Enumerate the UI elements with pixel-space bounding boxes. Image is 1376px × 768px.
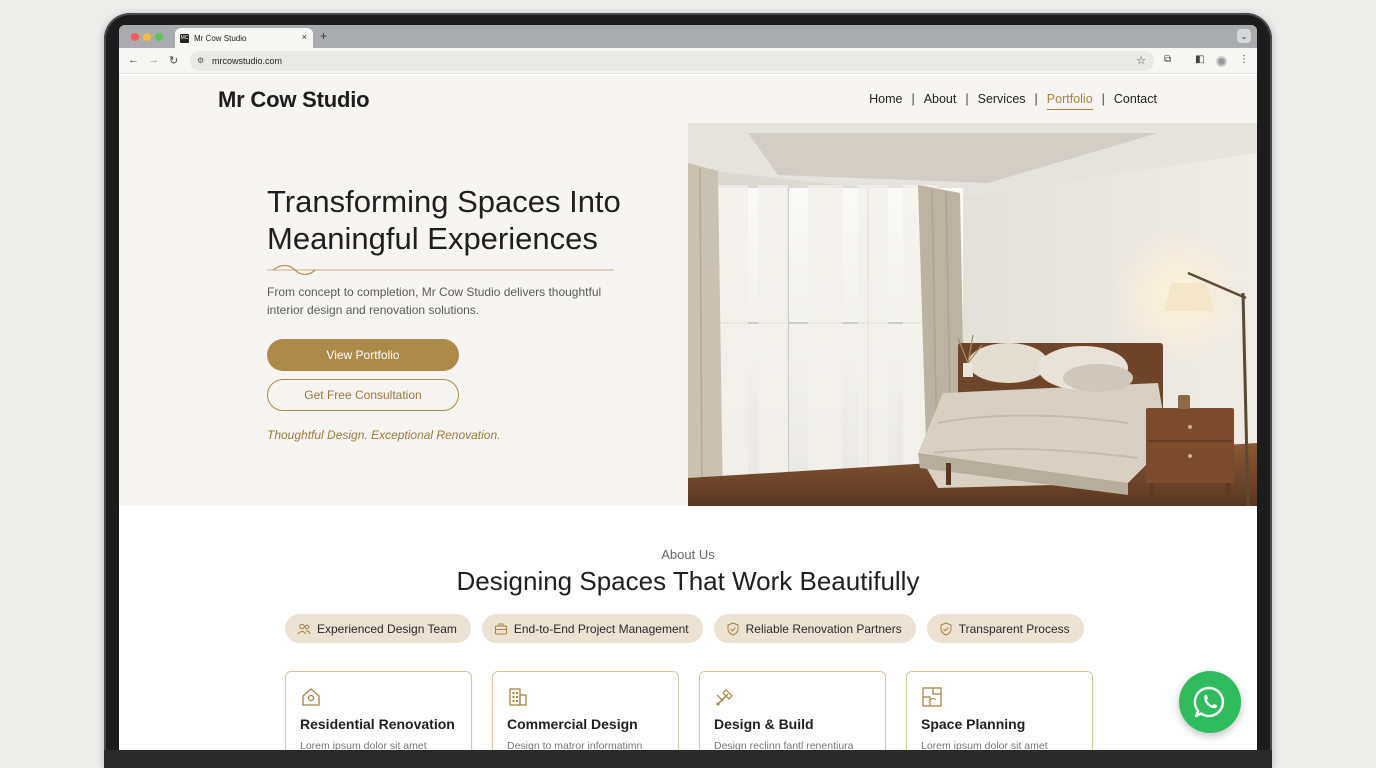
site-info-icon[interactable]: ⚙ bbox=[197, 56, 204, 65]
extensions-icon[interactable]: ⧉ bbox=[1164, 54, 1171, 65]
address-bar[interactable]: ⚙ mrcowstudio.com ☆ bbox=[190, 51, 1154, 71]
briefcase-icon bbox=[494, 623, 507, 634]
nav-contact[interactable]: Contact bbox=[1114, 92, 1157, 106]
main-nav: Home | About | Services | Portfolio | Co… bbox=[869, 92, 1157, 110]
nav-about[interactable]: About bbox=[924, 92, 957, 106]
shield-check-icon bbox=[940, 621, 952, 636]
service-cards: Residential Renovation Lorem ipsum dolor… bbox=[285, 671, 1093, 750]
profile-avatar[interactable] bbox=[1216, 56, 1227, 67]
feature-pill: Reliable Renovation Partners bbox=[713, 614, 916, 643]
pill-label: Experienced Design Team bbox=[317, 621, 457, 636]
building-icon bbox=[509, 688, 527, 706]
whatsapp-icon bbox=[1193, 686, 1225, 718]
feature-pill: Transparent Process bbox=[926, 614, 1084, 643]
card-text: Lorem ipsum dolor sit amet bbox=[300, 740, 427, 750]
hero-tagline: Thoughtful Design. Exceptional Renovatio… bbox=[267, 428, 501, 442]
nav-separator: | bbox=[1101, 92, 1105, 106]
nav-separator: | bbox=[965, 92, 969, 106]
back-arrow-icon[interactable]: ← bbox=[128, 54, 139, 66]
card-title: Residential Renovation bbox=[300, 716, 455, 732]
about-eyebrow: About Us bbox=[661, 547, 715, 562]
hero-title-line-1: Transforming Spaces Into bbox=[267, 184, 621, 219]
feature-pills: Experienced Design Team End-to-End Proje… bbox=[285, 614, 1084, 643]
pill-label: End-to-End Project Management bbox=[513, 621, 689, 636]
forward-arrow-icon[interactable]: → bbox=[148, 54, 159, 66]
pill-label: Reliable Renovation Partners bbox=[745, 621, 902, 636]
nav-separator: | bbox=[1034, 92, 1038, 106]
people-icon bbox=[297, 623, 311, 634]
browser-tab[interactable]: MC Mr Cow Studio × bbox=[175, 28, 313, 48]
card-text: Lorem ipsum dolor sit amet bbox=[921, 740, 1048, 750]
hero-title-line-2: Meaningful Experiences bbox=[267, 221, 598, 256]
view-portfolio-button[interactable]: View Portfolio bbox=[267, 339, 459, 371]
free-consultation-button[interactable]: Get Free Consultation bbox=[267, 379, 459, 411]
tab-title: Mr Cow Studio bbox=[194, 33, 247, 43]
shield-check-icon bbox=[727, 621, 739, 636]
site-logo[interactable]: Mr Cow Studio bbox=[218, 87, 370, 113]
feature-pill: Experienced Design Team bbox=[285, 614, 471, 643]
hero-description: From concept to completion, Mr Cow Studi… bbox=[267, 283, 637, 319]
whatsapp-chat-button[interactable] bbox=[1179, 671, 1241, 733]
service-card-space-planning[interactable]: Space Planning Lorem ipsum dolor sit ame… bbox=[906, 671, 1093, 750]
house-icon bbox=[302, 688, 320, 706]
browser-window: MC Mr Cow Studio × + ⌄ ← → ↻ ⚙ mrcowstud… bbox=[119, 25, 1257, 750]
nav-portfolio[interactable]: Portfolio bbox=[1046, 92, 1093, 110]
card-title: Space Planning bbox=[921, 716, 1026, 732]
minimize-window-button[interactable] bbox=[143, 33, 151, 41]
service-card-design-build[interactable]: Design & Build Design reclinn fantl rene… bbox=[699, 671, 886, 750]
card-text: Design reclinn fantl renentiura bbox=[714, 740, 854, 750]
tab-strip: MC Mr Cow Studio × + ⌄ bbox=[119, 25, 1257, 48]
tab-search-chevron-icon[interactable]: ⌄ bbox=[1237, 29, 1251, 43]
ornamental-divider-icon bbox=[267, 264, 614, 276]
hero-title: Transforming Spaces Into Meaningful Expe… bbox=[267, 183, 687, 257]
side-panel-icon[interactable]: ◧ bbox=[1195, 54, 1204, 65]
nav-home[interactable]: Home bbox=[869, 92, 902, 106]
browser-toolbar: ← → ↻ ⚙ mrcowstudio.com ☆ ⧉ ◧ ⋮ bbox=[119, 48, 1257, 74]
nav-services[interactable]: Services bbox=[978, 92, 1026, 106]
card-title: Commercial Design bbox=[507, 716, 638, 732]
nav-separator: | bbox=[911, 92, 915, 106]
about-title: Designing Spaces That Work Beautifully bbox=[456, 566, 920, 596]
hero-text-line-2: interior design and renovation solutions… bbox=[267, 303, 480, 317]
floorplan-icon bbox=[922, 687, 942, 707]
url-text: mrcowstudio.com bbox=[212, 56, 283, 66]
hero-section: Transforming Spaces Into Meaningful Expe… bbox=[119, 123, 1257, 506]
hero-text-line-1: From concept to completion, Mr Cow Studi… bbox=[267, 285, 602, 299]
feature-pill: End-to-End Project Management bbox=[481, 614, 703, 643]
service-card-commercial[interactable]: Commercial Design Design to matror infor… bbox=[492, 671, 679, 750]
tools-icon bbox=[716, 689, 733, 706]
tab-close-icon[interactable]: × bbox=[302, 32, 307, 42]
pill-label: Transparent Process bbox=[958, 621, 1070, 636]
card-text: Design to matror informatimn bbox=[507, 740, 643, 750]
menu-kebab-icon[interactable]: ⋮ bbox=[1239, 54, 1249, 65]
service-card-residential[interactable]: Residential Renovation Lorem ipsum dolor… bbox=[285, 671, 472, 750]
bookmark-star-icon[interactable]: ☆ bbox=[1136, 54, 1146, 67]
favicon-icon: MC bbox=[180, 33, 189, 43]
laptop-base bbox=[104, 750, 1272, 768]
reload-icon[interactable]: ↻ bbox=[169, 54, 178, 67]
close-window-button[interactable] bbox=[131, 33, 139, 41]
card-title: Design & Build bbox=[714, 716, 814, 732]
site-header: Mr Cow Studio Home | About | Services | … bbox=[119, 75, 1257, 123]
bedroom-photo bbox=[688, 123, 1257, 506]
maximize-window-button[interactable] bbox=[155, 33, 163, 41]
new-tab-button[interactable]: + bbox=[320, 29, 327, 43]
